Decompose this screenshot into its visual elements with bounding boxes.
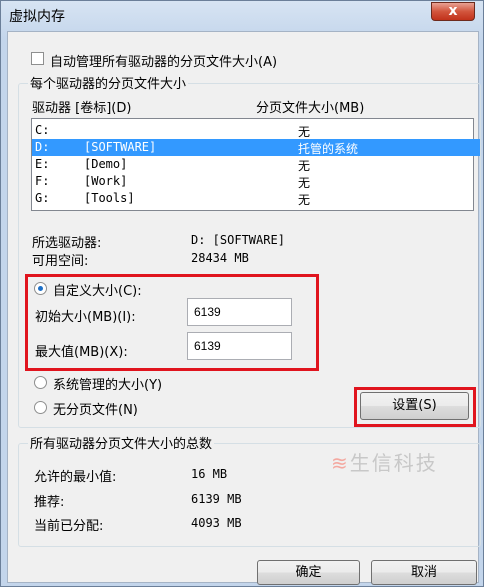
watermark-text: 生信科技 (349, 451, 438, 475)
selected-drive-label: 所选驱动器: (32, 236, 102, 251)
drive-column-header: 驱动器 [卷标](D) (32, 101, 132, 116)
free-space-value: 28434 MB (191, 251, 249, 265)
close-button[interactable]: x (431, 2, 475, 21)
drive-row-d[interactable]: D: [SOFTWARE] 托管的系统 (32, 139, 480, 156)
cancel-button[interactable]: 取消 (371, 560, 477, 585)
per-drive-legend: 每个驱动器的分页文件大小 (28, 73, 189, 92)
drive-row-c[interactable]: C: 无 (32, 122, 480, 139)
window-title: 虚拟内存 (9, 9, 65, 25)
drive-row-f[interactable]: F: [Work] 无 (32, 173, 480, 190)
ok-button[interactable]: 确定 (257, 560, 360, 585)
drive-row-g[interactable]: G: [Tools] 无 (32, 190, 480, 207)
no-paging-label[interactable]: 无分页文件(N) (53, 399, 138, 418)
auto-manage-label[interactable]: 自动管理所有驱动器的分页文件大小(A) (50, 51, 277, 70)
min-allowed-label: 允许的最小值: (34, 470, 117, 485)
no-paging-radio[interactable] (34, 401, 47, 414)
system-managed-radio[interactable] (34, 376, 47, 389)
title-bar[interactable]: 虚拟内存 x (1, 1, 483, 29)
drive-row-e[interactable]: E: [Demo] 无 (32, 156, 480, 173)
auto-manage-checkbox[interactable] (31, 52, 44, 65)
watermark-logo-icon: ≋ (331, 451, 350, 475)
virtual-memory-dialog: 虚拟内存 x 自动管理所有驱动器的分页文件大小(A) 每个驱动器的分页文件大小 … (0, 0, 484, 587)
selected-drive-value: D: [SOFTWARE] (191, 233, 285, 247)
totals-legend: 所有驱动器分页文件大小的总数 (28, 433, 215, 452)
drive-listbox[interactable]: C: 无 D: [SOFTWARE] 托管的系统 E: [Demo] 无 F: … (31, 118, 480, 211)
set-button[interactable]: 设置(S) (360, 392, 469, 420)
custom-size-highlight (25, 274, 319, 371)
free-space-label: 可用空间: (32, 254, 89, 269)
currently-allocated-label: 当前已分配: (34, 519, 104, 534)
recommended-value: 6139 MB (191, 492, 242, 506)
min-allowed-value: 16 MB (191, 467, 228, 481)
watermark: ≋生信科技 (331, 447, 438, 476)
size-column-header: 分页文件大小(MB) (256, 101, 365, 116)
system-managed-label[interactable]: 系统管理的大小(Y) (53, 374, 162, 393)
close-icon[interactable]: x (448, 3, 457, 19)
recommended-label: 推荐: (34, 495, 65, 510)
currently-allocated-value: 4093 MB (191, 516, 242, 530)
